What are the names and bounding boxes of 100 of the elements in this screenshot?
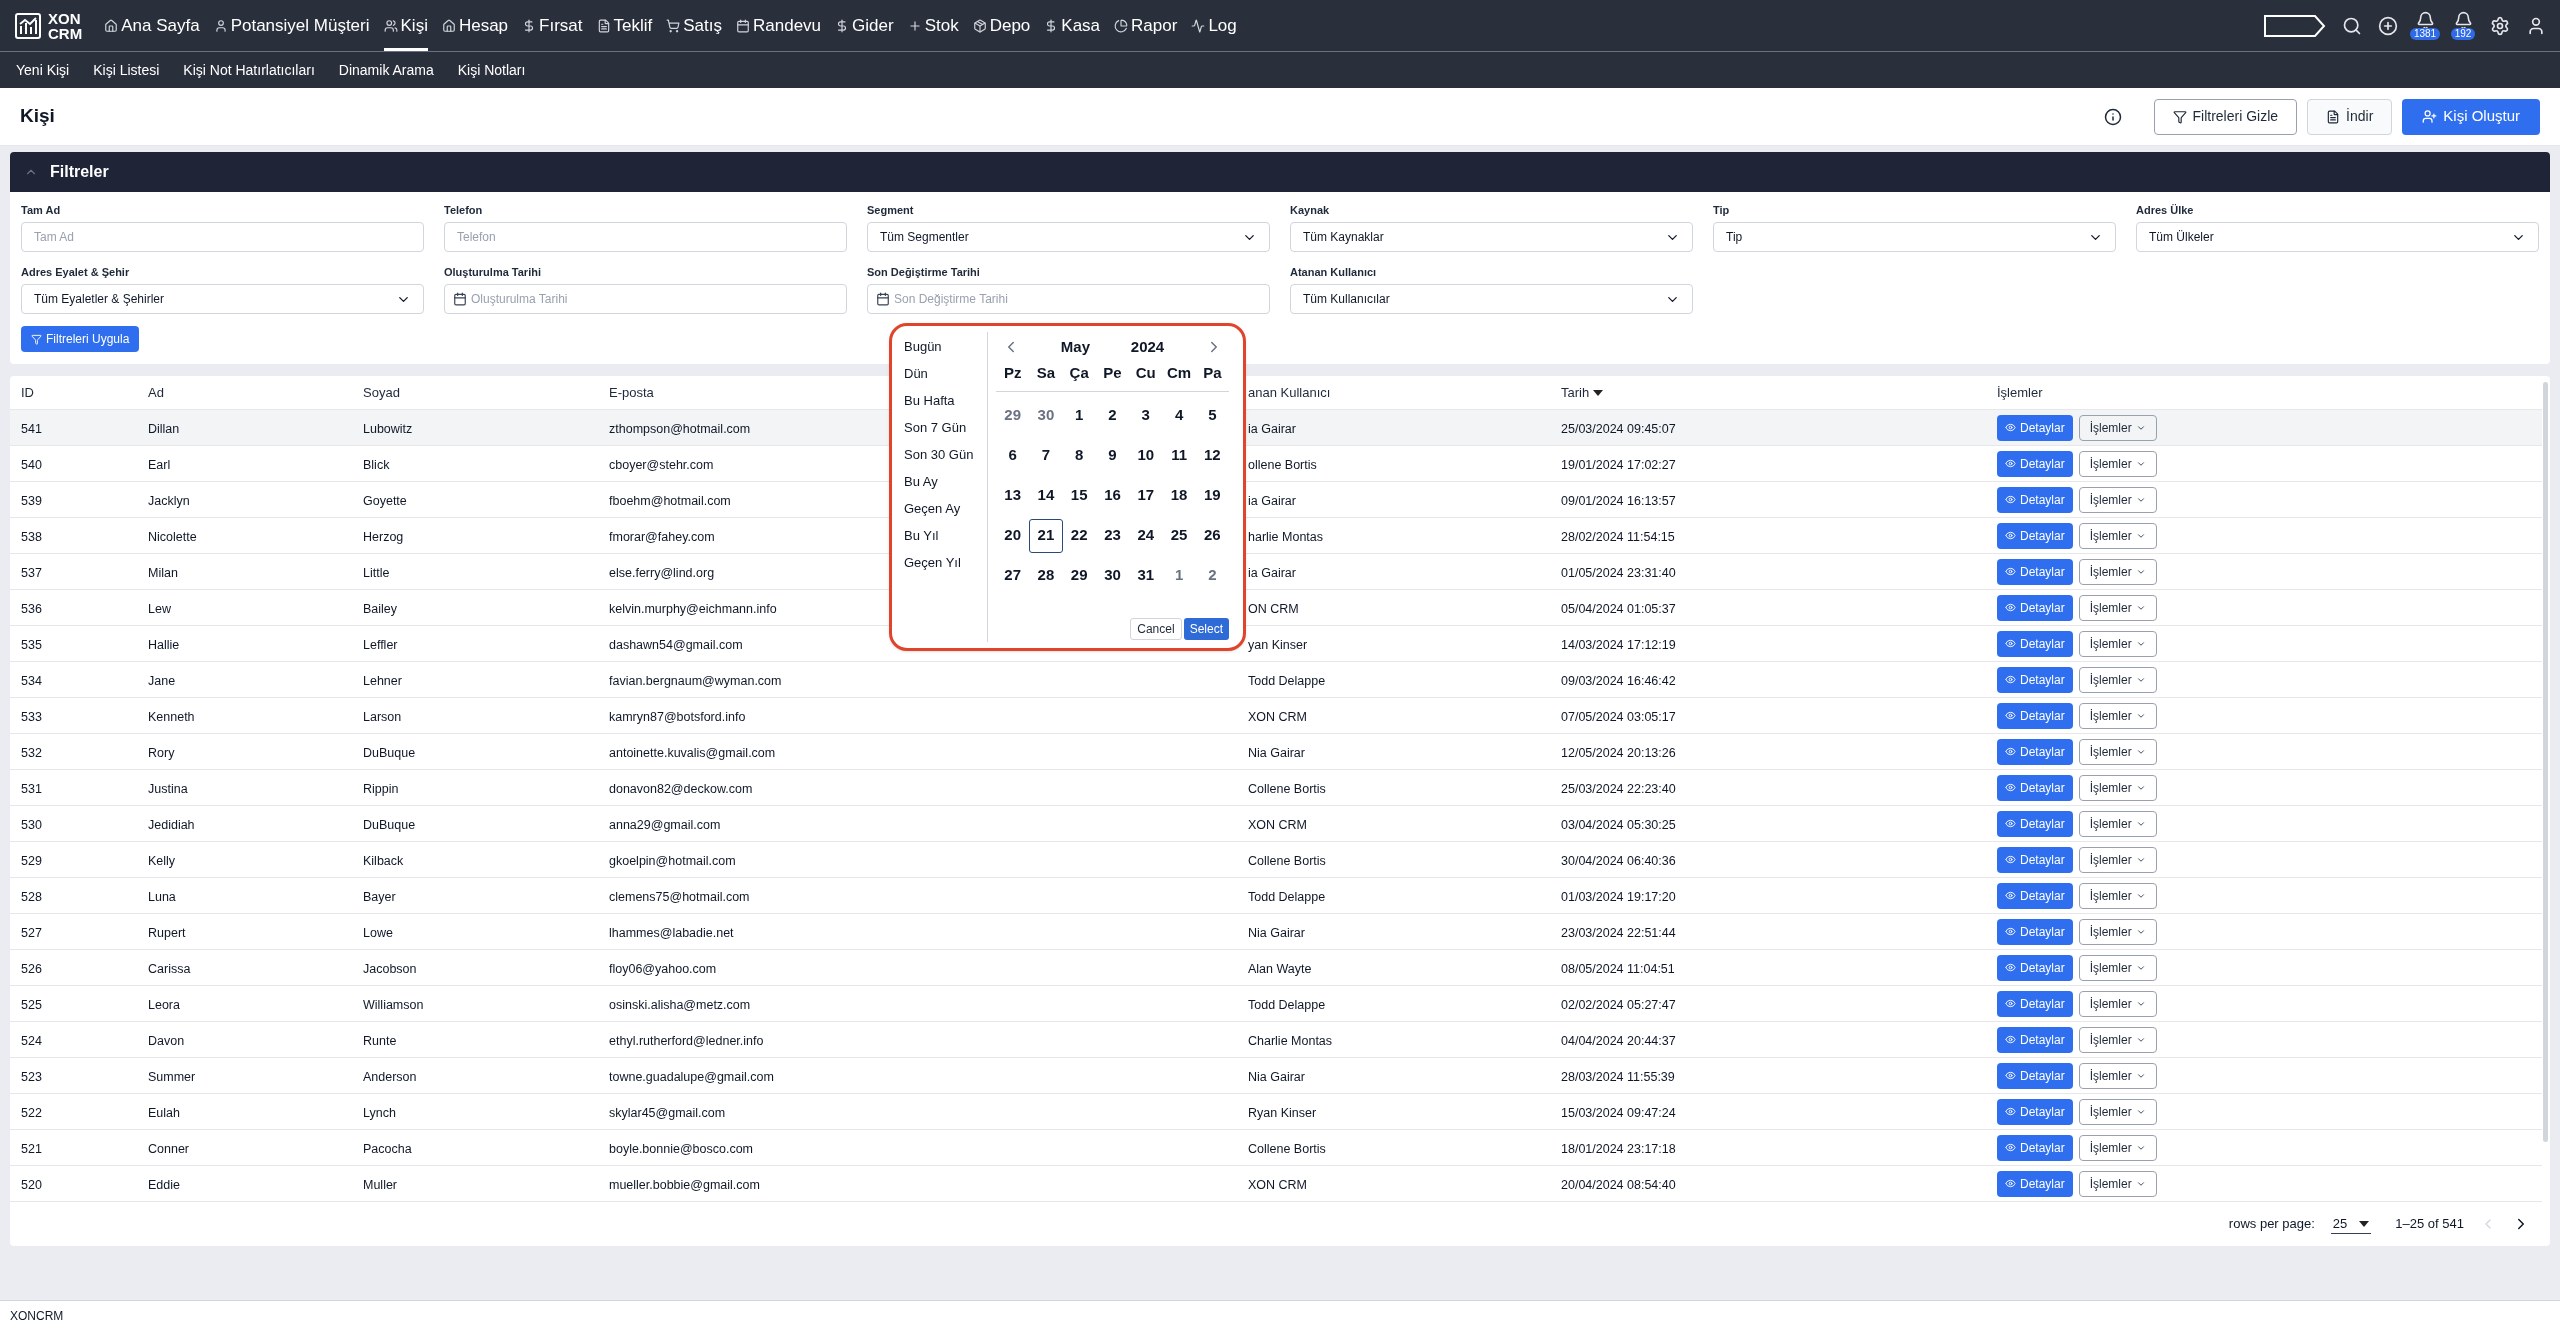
actions-dropdown[interactable]: İşlemler xyxy=(2078,918,2157,945)
calendar-day[interactable]: 3 xyxy=(1129,398,1163,433)
calendar-day[interactable]: 2 xyxy=(1195,558,1229,593)
notifications-icon[interactable] xyxy=(2415,10,2435,30)
date-preset[interactable]: Bu Hafta xyxy=(904,392,987,409)
details-button[interactable]: Detaylar xyxy=(1997,414,2073,441)
actions-dropdown[interactable]: İşlemler xyxy=(2078,1170,2157,1197)
notifications-icon[interactable] xyxy=(2453,10,2473,30)
details-button[interactable]: Detaylar xyxy=(1997,558,2073,585)
filters-header[interactable]: Filtreler xyxy=(10,152,2550,192)
nav-item[interactable]: Teklif xyxy=(596,0,653,51)
details-button[interactable]: Detaylar xyxy=(1997,810,2073,837)
calendar-day[interactable]: 15 xyxy=(1062,478,1096,513)
calendar-day[interactable]: 30 xyxy=(1095,558,1130,593)
calendar-day[interactable]: 16 xyxy=(1095,478,1130,513)
nav-item[interactable]: Stok xyxy=(907,0,959,51)
add-circle-icon[interactable] xyxy=(2378,15,2398,36)
calendar-day[interactable]: 2 xyxy=(1095,398,1130,433)
nav-item[interactable]: Gider xyxy=(835,0,894,51)
profile-icon[interactable] xyxy=(2526,15,2546,36)
actions-dropdown[interactable]: İşlemler xyxy=(2078,1134,2157,1161)
details-button[interactable]: Detaylar xyxy=(1997,918,2073,945)
select-field[interactable]: Tüm Kullanıcılar xyxy=(1290,284,1693,314)
date-preset[interactable]: Geçen Ay xyxy=(904,500,987,517)
calendar-day[interactable]: 29 xyxy=(996,398,1030,433)
actions-dropdown[interactable]: İşlemler xyxy=(2078,1026,2157,1053)
select-field[interactable]: Tip xyxy=(1713,222,2116,252)
date-preset[interactable]: Bugün xyxy=(904,338,987,355)
details-button[interactable]: Detaylar xyxy=(1997,594,2073,621)
calendar-day[interactable]: 17 xyxy=(1129,478,1163,513)
details-button[interactable]: Detaylar xyxy=(1997,1026,2073,1053)
create-contact-button[interactable]: Kişi Oluştur xyxy=(2402,98,2540,135)
nav-item[interactable]: Potansiyel Müşteri xyxy=(213,0,370,51)
nav-item[interactable]: Randevu xyxy=(736,0,822,51)
calendar-day[interactable]: 30 xyxy=(1029,398,1063,433)
actions-dropdown[interactable]: İşlemler xyxy=(2078,954,2157,981)
calendar-day[interactable]: 9 xyxy=(1095,438,1130,473)
subnav-link[interactable]: Kişi Notları xyxy=(457,59,526,81)
search-icon[interactable] xyxy=(2342,15,2362,36)
calendar-day[interactable]: 27 xyxy=(996,558,1030,593)
details-button[interactable]: Detaylar xyxy=(1997,666,2073,693)
calendar-day[interactable]: 28 xyxy=(1029,558,1063,593)
actions-dropdown[interactable]: İşlemler xyxy=(2078,558,2157,585)
subnav-link[interactable]: Dinamik Arama xyxy=(338,59,434,81)
calendar-day[interactable]: 19 xyxy=(1195,478,1229,513)
details-button[interactable]: Detaylar xyxy=(1997,774,2073,801)
actions-dropdown[interactable]: İşlemler xyxy=(2078,774,2157,801)
details-button[interactable]: Detaylar xyxy=(1997,450,2073,477)
calendar-day[interactable]: 5 xyxy=(1195,398,1229,433)
calendar-day[interactable]: 24 xyxy=(1129,518,1163,553)
nav-item[interactable]: Kasa xyxy=(1044,0,1101,51)
details-button[interactable]: Detaylar xyxy=(1997,1170,2073,1197)
details-button[interactable]: Detaylar xyxy=(1997,522,2073,549)
actions-dropdown[interactable]: İşlemler xyxy=(2078,414,2157,441)
calendar-day[interactable]: 20 xyxy=(996,518,1030,553)
date-preset[interactable]: Dün xyxy=(904,365,987,382)
calendar-day[interactable]: 11 xyxy=(1162,438,1196,473)
calendar-day[interactable]: 29 xyxy=(1062,558,1096,593)
details-button[interactable]: Detaylar xyxy=(1997,702,2073,729)
actions-dropdown[interactable]: İşlemler xyxy=(2078,1098,2157,1125)
nav-item[interactable]: Depo xyxy=(972,0,1031,51)
select-button[interactable]: Select xyxy=(1183,618,1229,640)
subnav-link[interactable]: Kişi Listesi xyxy=(93,59,160,81)
nav-item[interactable]: Fırsat xyxy=(522,0,583,51)
select-field[interactable]: Tüm Kaynaklar xyxy=(1290,222,1693,252)
nav-item[interactable]: Log xyxy=(1191,0,1237,51)
tag-arrow-icon[interactable] xyxy=(2264,14,2326,37)
cancel-button[interactable]: Cancel xyxy=(1130,618,1182,640)
info-icon[interactable] xyxy=(2103,107,2122,126)
text-field[interactable]: Telefon xyxy=(444,222,847,252)
calendar-day[interactable]: 25 xyxy=(1162,518,1196,553)
date-preset[interactable]: Geçen Yıl xyxy=(904,554,987,571)
brand-name[interactable]: XON CRM xyxy=(48,10,83,41)
nav-item[interactable]: Hesap xyxy=(441,0,509,51)
calendar-day[interactable]: 14 xyxy=(1029,478,1063,513)
details-button[interactable]: Detaylar xyxy=(1997,1098,2073,1125)
actions-dropdown[interactable]: İşlemler xyxy=(2078,990,2157,1017)
settings-icon[interactable] xyxy=(2490,15,2510,36)
download-button[interactable]: İndir xyxy=(2307,98,2393,135)
actions-dropdown[interactable]: İşlemler xyxy=(2078,810,2157,837)
calendar-day[interactable]: 22 xyxy=(1062,518,1096,553)
details-button[interactable]: Detaylar xyxy=(1997,486,2073,513)
date-preset[interactable]: Bu Ay xyxy=(904,473,987,490)
date-preset[interactable]: Son 7 Gün xyxy=(904,419,987,436)
calendar-day[interactable]: 31 xyxy=(1129,558,1163,593)
actions-dropdown[interactable]: İşlemler xyxy=(2078,522,2157,549)
nav-item[interactable]: Satış xyxy=(666,0,722,51)
text-field[interactable]: Tam Ad xyxy=(21,222,424,252)
select-field[interactable]: Tüm Ülkeler xyxy=(2136,222,2539,252)
date-preset[interactable]: Son 30 Gün xyxy=(904,446,987,463)
calendar-day[interactable]: 13 xyxy=(996,478,1030,513)
year-select[interactable]: 2024 xyxy=(1130,335,1165,359)
calendar-day[interactable]: 1 xyxy=(1162,558,1196,593)
month-select[interactable]: May xyxy=(1060,335,1090,359)
calendar-day[interactable]: 21 xyxy=(1029,518,1063,553)
column-header[interactable]: Tarih xyxy=(1561,382,1590,403)
subnav-link[interactable]: Yeni Kişi xyxy=(16,59,70,81)
select-field[interactable]: Tüm Eyaletler & Şehirler xyxy=(21,284,424,314)
details-button[interactable]: Detaylar xyxy=(1997,630,2073,657)
details-button[interactable]: Detaylar xyxy=(1997,846,2073,873)
